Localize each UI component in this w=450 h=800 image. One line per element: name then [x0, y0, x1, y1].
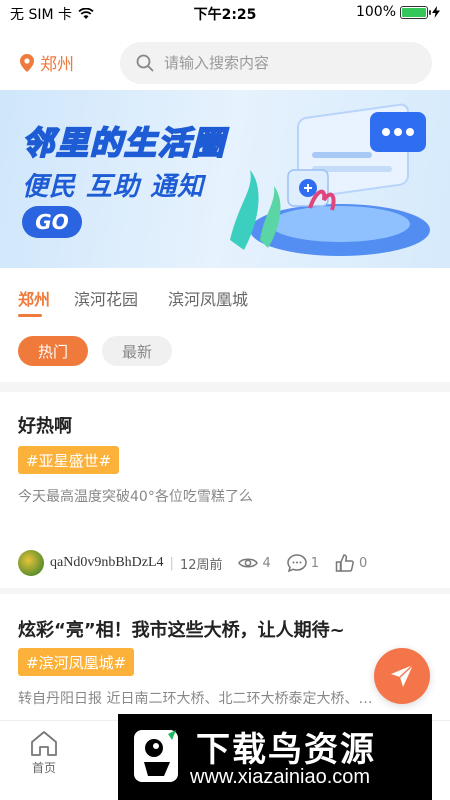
- tab-hot[interactable]: 热门: [18, 336, 88, 366]
- watermark-url: www.xiazainiao.com: [190, 766, 371, 788]
- eye-icon: [238, 558, 259, 568]
- views-count: 4: [262, 555, 271, 571]
- banner-subtitle: 便民 互助 通知: [22, 172, 205, 202]
- meta-separator: |: [169, 555, 174, 571]
- section-divider: [0, 382, 450, 392]
- watermark-overlay: 下载鸟资源 www.xiazainiao.com: [118, 714, 432, 800]
- header: 郑州: [0, 42, 450, 84]
- post-title: 好热啊: [18, 416, 72, 437]
- thumbs-up-icon: [335, 554, 354, 572]
- banner-go-button[interactable]: GO: [22, 206, 82, 238]
- search-input[interactable]: [164, 54, 414, 72]
- publish-fab-button[interactable]: [374, 648, 430, 704]
- active-tab-indicator: [18, 314, 42, 317]
- location-pin-icon: [20, 53, 34, 72]
- nav-item-home[interactable]: 首页: [24, 729, 64, 776]
- post-meta: qaNd0v9nbBhDzL4 | 12周前 4 1 0: [18, 548, 438, 578]
- tab-latest[interactable]: 最新: [102, 336, 172, 366]
- tab-region-binhe-garden[interactable]: 滨河花园: [74, 286, 138, 310]
- promo-banner[interactable]: 邻里的生活圈 便民 互助 通知 GO: [0, 90, 450, 268]
- post-author[interactable]: qaNd0v9nbBhDzL4: [50, 555, 164, 571]
- comments-stat[interactable]: 1: [287, 554, 319, 572]
- battery-fill: [402, 7, 426, 17]
- views-stat: 4: [238, 555, 271, 571]
- banner-illustration: [230, 103, 430, 256]
- battery-indicator: 100%: [356, 4, 440, 20]
- comments-count: 1: [310, 555, 320, 571]
- avatar[interactable]: [18, 550, 44, 576]
- location-selector[interactable]: 郑州: [20, 50, 74, 75]
- tab-region-zhengzhou[interactable]: 郑州: [18, 286, 50, 310]
- likes-stat[interactable]: 0: [335, 553, 367, 573]
- battery-icon: [400, 5, 431, 19]
- home-icon: [31, 731, 57, 756]
- search-icon: [136, 54, 154, 72]
- post-tag[interactable]: #亚星盛世#: [18, 446, 120, 474]
- post-excerpt: 转自丹阳日报 近日南二环大桥、北二环大桥泰定大桥、…: [18, 691, 373, 707]
- watermark-logo: [134, 730, 178, 782]
- search-bar[interactable]: [120, 42, 432, 84]
- nav-home-label: 首页: [31, 761, 56, 775]
- region-tabs: 郑州 滨河花园 滨河凤凰城: [0, 282, 450, 322]
- post-tag[interactable]: #滨河凤凰城#: [18, 648, 135, 676]
- battery-percent: 100%: [355, 4, 396, 20]
- post-time: 12周前: [179, 557, 223, 573]
- watermark-text: 下载鸟资源: [196, 730, 376, 770]
- charging-icon: [432, 6, 440, 18]
- likes-count: 0: [359, 555, 368, 571]
- paper-plane-icon: [391, 664, 414, 687]
- post-excerpt: 今天最高温度突破40°各位吃雪糕了么: [18, 489, 253, 505]
- banner-title: 邻里的生活圈: [21, 123, 227, 163]
- tab-region-binhe-phoenix[interactable]: 滨河凤凰城: [168, 286, 248, 310]
- status-bar: 无 SIM 卡 下午2:25 100%: [0, 0, 450, 26]
- location-label: 郑州: [40, 55, 74, 75]
- post-title: 炫彩“亮”相！我市这些大桥，让人期待~: [18, 620, 345, 641]
- comment-icon: [287, 554, 307, 572]
